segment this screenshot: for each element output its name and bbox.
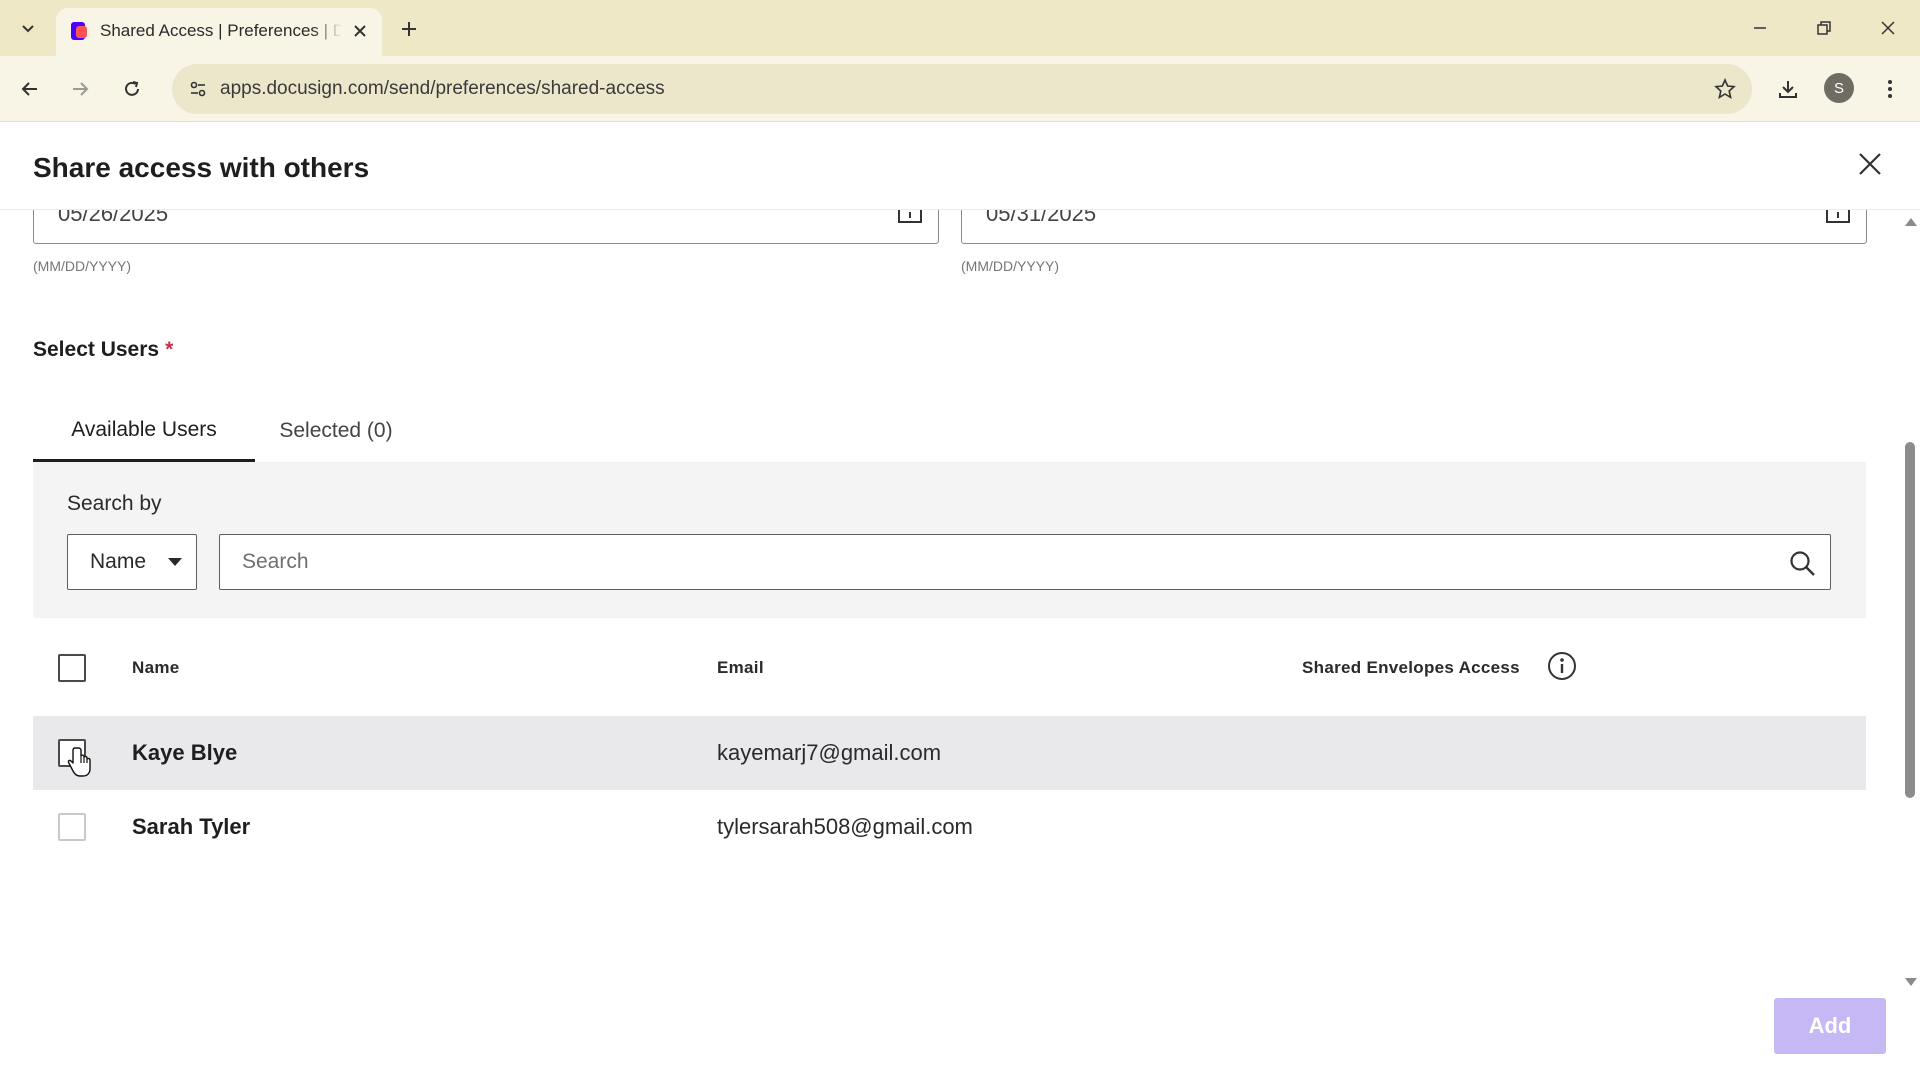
bookmark-star-icon[interactable]: [1710, 74, 1740, 104]
end-date-value: 05/31/2025: [986, 210, 1097, 226]
docusign-favicon-icon: [71, 22, 87, 40]
search-box: [219, 534, 1831, 590]
chevron-down-icon: [22, 25, 34, 33]
download-icon: [1779, 81, 1797, 98]
scroll-up-arrow-icon[interactable]: [1905, 218, 1917, 226]
window-close-button[interactable]: [1866, 6, 1910, 50]
site-info-icon[interactable]: [182, 73, 214, 105]
search-by-value: Name: [90, 550, 147, 573]
url-text: apps.docusign.com/send/preferences/share…: [220, 78, 665, 99]
modal-header: Share access with others: [0, 122, 1920, 210]
required-mark: *: [165, 338, 174, 361]
table-header: Name Email Shared Envelopes Access: [33, 630, 1866, 706]
search-by-label: Search by: [67, 492, 162, 515]
start-date-hint: (MM/DD/YYYY): [33, 258, 131, 274]
address-bar[interactable]: apps.docusign.com/send/preferences/share…: [172, 64, 1752, 114]
modal-title: Share access with others: [33, 152, 370, 183]
back-button[interactable]: [10, 69, 50, 109]
browser-tabstrip: Shared Access | Preferences | DocuSign: [0, 0, 1920, 56]
search-by-select[interactable]: Name: [67, 534, 197, 590]
tab-selected[interactable]: Selected (0): [255, 400, 417, 462]
start-date-value: 05/26/2025: [58, 210, 169, 226]
reload-button[interactable]: [112, 69, 152, 109]
plus-icon: [402, 22, 416, 36]
user-email: kayemarj7@gmail.com: [717, 740, 942, 765]
tab-title: Shared Access | Preferences | DocuSign: [100, 20, 342, 42]
new-tab-button[interactable]: [392, 12, 426, 46]
modal-close-button[interactable]: [1852, 146, 1888, 182]
forward-button[interactable]: [60, 69, 100, 109]
search-icon[interactable]: [1786, 547, 1818, 579]
close-icon: [1859, 153, 1881, 175]
row-checkbox[interactable]: [58, 813, 86, 841]
minimize-icon: [1754, 27, 1766, 29]
restore-icon: [1817, 21, 1831, 35]
restore-button[interactable]: [1802, 6, 1846, 50]
scroll-thumb[interactable]: [1905, 442, 1915, 798]
minimize-button[interactable]: [1738, 6, 1782, 50]
modal-body: 05/26/2025 (MM/DD/YYYY) 05/31/2025 (MM/D…: [0, 210, 1900, 994]
table-row[interactable]: Sarah Tyler tylersarah508@gmail.com: [33, 790, 1866, 864]
share-access-modal: Share access with others 05/26/2025 (MM/…: [0, 122, 1920, 1080]
arrow-right-icon: [73, 82, 89, 96]
search-panel: Search by Name: [33, 462, 1866, 618]
calendar-icon[interactable]: [896, 210, 924, 225]
column-header-name: Name: [132, 658, 180, 677]
add-button[interactable]: Add: [1774, 998, 1886, 1054]
downloads-button[interactable]: [1768, 69, 1808, 109]
start-date-field[interactable]: 05/26/2025: [33, 210, 939, 244]
browser-toolbar: apps.docusign.com/send/preferences/share…: [0, 56, 1920, 122]
select-users-text: Select Users: [33, 338, 160, 361]
end-date-hint: (MM/DD/YYYY): [961, 258, 1059, 274]
user-tabs: Available Users Selected (0): [33, 400, 1866, 462]
more-vertical-icon: [1888, 80, 1892, 98]
select-all-checkbox[interactable]: [58, 654, 86, 682]
browser-tab[interactable]: Shared Access | Preferences | DocuSign: [56, 8, 382, 56]
caret-down-icon: [168, 558, 182, 566]
row-checkbox[interactable]: [58, 739, 86, 767]
arrow-left-icon: [21, 82, 37, 96]
tab-search-button[interactable]: [10, 10, 46, 46]
reload-icon: [125, 81, 139, 96]
tab-close-icon[interactable]: [348, 19, 372, 43]
info-icon[interactable]: [1546, 650, 1578, 682]
close-icon: [1881, 21, 1895, 35]
user-name: Sarah Tyler: [132, 814, 251, 839]
user-email: tylersarah508@gmail.com: [717, 814, 973, 839]
profile-avatar[interactable]: S: [1824, 73, 1854, 103]
user-name: Kaye Blye: [132, 740, 238, 765]
tab-available-users[interactable]: Available Users: [33, 400, 255, 462]
modal-scrollbar[interactable]: [1900, 210, 1920, 994]
calendar-icon[interactable]: [1824, 210, 1852, 225]
scroll-down-arrow-icon[interactable]: [1905, 978, 1917, 986]
select-users-label: Select Users *: [33, 338, 173, 362]
column-header-email: Email: [717, 658, 764, 677]
browser-menu-button[interactable]: [1870, 69, 1910, 109]
search-input[interactable]: [220, 535, 1780, 589]
table-row[interactable]: Kaye Blye kayemarj7@gmail.com: [33, 716, 1866, 790]
end-date-field[interactable]: 05/31/2025: [961, 210, 1867, 244]
column-header-shared-access: Shared Envelopes Access: [1302, 658, 1520, 677]
